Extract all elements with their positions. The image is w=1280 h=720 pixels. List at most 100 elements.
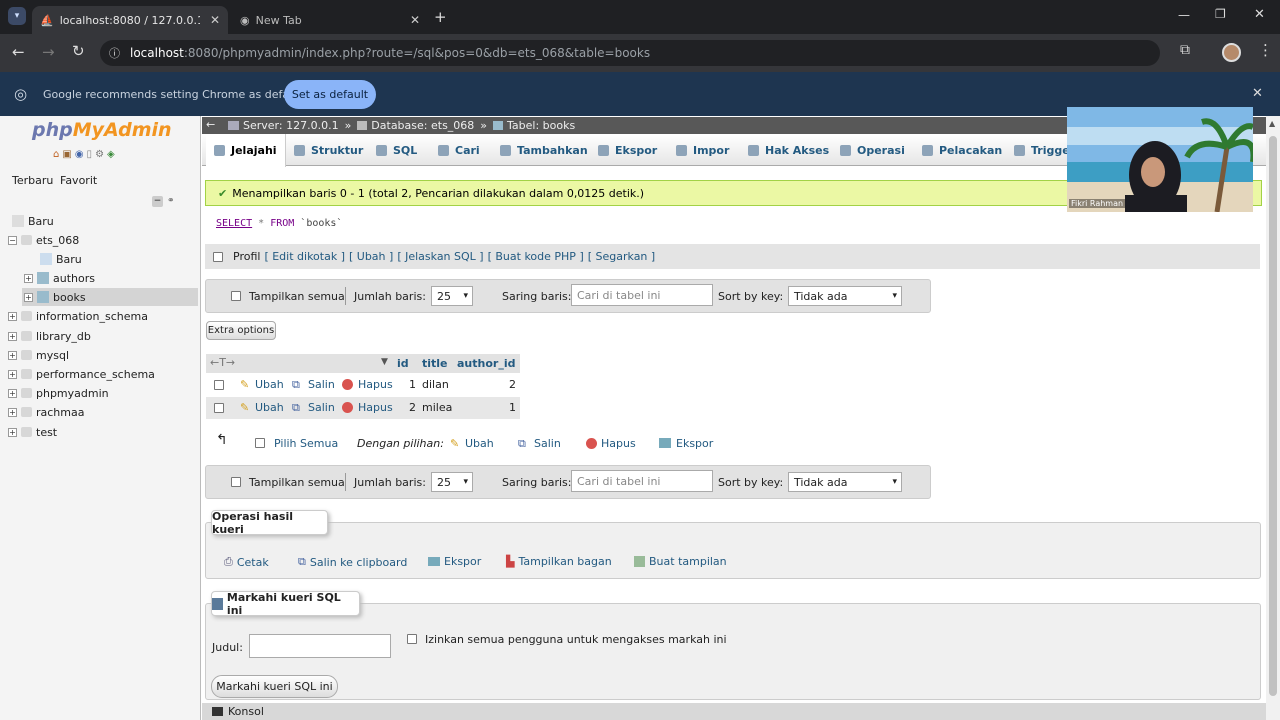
bulk-edit-button[interactable]: Ubah xyxy=(465,437,494,450)
extensions-icon[interactable]: ⧉ xyxy=(1180,42,1190,58)
extra-options-button[interactable]: Extra options xyxy=(206,321,276,340)
tab-recent[interactable]: Terbaru xyxy=(12,174,53,187)
delete-row-link[interactable]: Hapus xyxy=(358,378,393,391)
expand-icon[interactable]: + xyxy=(8,331,17,341)
home-icon[interactable]: ⌂ xyxy=(53,149,59,160)
edit-query-link[interactable]: [ Ubah ] xyxy=(349,250,393,263)
rows-per-page-select[interactable]: 25 ▾ xyxy=(431,472,473,492)
collapse-all-icon[interactable]: − xyxy=(152,196,163,207)
tab-browse[interactable]: Jelajahi xyxy=(206,134,286,167)
expand-icon[interactable]: + xyxy=(8,311,17,321)
reload-nav-icon[interactable]: ◈ xyxy=(107,149,115,160)
phpmyadmin-logo[interactable]: phpMyAdmin xyxy=(32,119,172,141)
console-bar[interactable]: Konsol xyxy=(202,703,1266,720)
logout-icon[interactable]: ▣ xyxy=(62,149,71,160)
sidebar-item-authors[interactable]: + authors xyxy=(24,269,95,287)
sort-key-select[interactable]: Tidak ada ▾ xyxy=(788,286,902,306)
collapse-icon[interactable]: − xyxy=(8,235,17,245)
sql-keyword[interactable]: SELECT xyxy=(216,218,252,229)
sidebar-item-ets-068[interactable]: − ets_068 xyxy=(8,231,79,249)
tab-search-button[interactable]: ▾ xyxy=(8,7,26,25)
sidebar-item-new-db[interactable]: Baru xyxy=(12,212,54,230)
explain-sql-link[interactable]: [ Jelaskan SQL ] xyxy=(397,250,483,263)
copy-row-link[interactable]: Salin xyxy=(308,378,335,391)
cell-author-id[interactable]: 2 xyxy=(509,378,516,391)
filter-rows-input[interactable]: Cari di tabel ini xyxy=(571,284,713,306)
cell-id[interactable]: 1 xyxy=(409,378,416,391)
select-all-checkbox[interactable] xyxy=(255,438,265,448)
bulk-copy-button[interactable]: Salin xyxy=(534,437,561,450)
allow-all-users-checkbox[interactable] xyxy=(407,634,417,644)
sidebar-item-books[interactable]: + books xyxy=(22,288,198,306)
docs-icon[interactable]: ▯ xyxy=(87,149,93,160)
back-icon[interactable]: ← xyxy=(12,43,25,61)
copy-row-link[interactable]: Salin xyxy=(308,401,335,414)
close-tab-icon[interactable]: ✕ xyxy=(210,13,220,27)
minimize-icon[interactable]: — xyxy=(1178,8,1190,22)
tab-search[interactable]: Cari xyxy=(430,134,488,166)
sidebar-item-library-db[interactable]: + library_db xyxy=(8,327,91,345)
tab-tracking[interactable]: Pelacakan xyxy=(914,134,1010,166)
edit-row-link[interactable]: Ubah xyxy=(255,378,284,391)
expand-icon[interactable]: + xyxy=(8,427,17,437)
sidebar-item-new-table[interactable]: Baru xyxy=(40,250,82,268)
menu-dots-icon[interactable]: ⋮ xyxy=(1258,41,1273,59)
help-icon[interactable]: ◉ xyxy=(75,149,84,160)
sidebar-item-phpmyadmin[interactable]: + phpmyadmin xyxy=(8,384,109,402)
delete-row-link[interactable]: Hapus xyxy=(358,401,393,414)
profiling-checkbox[interactable] xyxy=(213,251,223,262)
show-all-checkbox[interactable] xyxy=(231,477,241,487)
bookmark-title-input[interactable] xyxy=(249,634,391,658)
sidebar-item-test[interactable]: + test xyxy=(8,423,57,441)
select-all-label[interactable]: Pilih Semua xyxy=(274,437,338,450)
expand-icon[interactable]: + xyxy=(8,388,17,398)
rows-per-page-select[interactable]: 25 ▾ xyxy=(431,286,473,306)
new-tab-icon[interactable]: + xyxy=(434,8,447,26)
display-chart-button[interactable]: ▙ Tampilkan bagan xyxy=(506,555,612,568)
column-header-id[interactable]: id xyxy=(397,357,409,370)
tab-structure[interactable]: Struktur xyxy=(286,134,371,166)
forward-icon[interactable]: → xyxy=(42,43,55,61)
expand-icon[interactable]: + xyxy=(24,273,33,283)
tab-export[interactable]: Ekspor xyxy=(590,134,665,166)
browser-tab-active[interactable]: ⛵ localhost:8080 / 127.0.0.1 / ets ✕ xyxy=(32,6,228,34)
expand-icon[interactable]: + xyxy=(8,350,17,360)
bulk-delete-button[interactable]: Hapus xyxy=(601,437,636,450)
show-all-checkbox[interactable] xyxy=(231,291,241,301)
cell-title[interactable]: dilan xyxy=(422,378,449,391)
row-checkbox[interactable] xyxy=(214,403,224,413)
create-php-code-link[interactable]: [ Buat kode PHP ] xyxy=(488,250,584,263)
expand-icon[interactable]: + xyxy=(24,292,33,302)
breadcrumb-database[interactable]: Database: ets_068 xyxy=(371,119,474,132)
tab-insert[interactable]: Tambahkan xyxy=(492,134,596,166)
bulk-export-button[interactable]: Ekspor xyxy=(676,437,713,450)
tab-sql[interactable]: SQL xyxy=(368,134,425,166)
filter-rows-input[interactable]: Cari di tabel ini xyxy=(571,470,713,492)
tab-privileges[interactable]: Hak Akses xyxy=(740,134,837,166)
set-default-button[interactable]: Set as default xyxy=(284,80,376,109)
sidebar-item-rachmaa[interactable]: + rachmaa xyxy=(8,403,84,421)
cell-id[interactable]: 2 xyxy=(409,401,416,414)
site-info-icon[interactable]: ⓘ xyxy=(109,45,120,61)
sort-key-select[interactable]: Tidak ada ▾ xyxy=(788,472,902,492)
edit-row-link[interactable]: Ubah xyxy=(255,401,284,414)
export-button[interactable]: Ekspor xyxy=(428,555,481,568)
reload-icon[interactable]: ↻ xyxy=(72,42,85,60)
settings-gear-icon[interactable]: ⚙ xyxy=(95,149,104,160)
scrollbar-thumb[interactable] xyxy=(1269,136,1277,696)
collapse-sidebar-icon[interactable]: ← xyxy=(206,118,215,131)
sidebar-item-information-schema[interactable]: + information_schema xyxy=(8,307,148,325)
sidebar-item-mysql[interactable]: + mysql xyxy=(8,346,69,364)
window-close-icon[interactable]: ✕ xyxy=(1254,7,1265,22)
close-tab-icon[interactable]: ✕ xyxy=(410,13,420,27)
expand-icon[interactable]: + xyxy=(8,407,17,417)
breadcrumb-server[interactable]: Server: 127.0.0.1 xyxy=(243,119,339,132)
browser-tab-newtab[interactable]: ◉ New Tab ✕ xyxy=(232,6,428,34)
url-input[interactable]: ⓘ localhost:8080/phpmyadmin/index.php?ro… xyxy=(100,40,1160,66)
edit-inline-link[interactable]: [ Edit dikotak ] xyxy=(264,250,345,263)
breadcrumb-table[interactable]: Tabel: books xyxy=(507,119,575,132)
bookmark-query-button[interactable]: Markahi kueri SQL ini xyxy=(211,675,338,698)
copy-to-clipboard-button[interactable]: ⧉ Salin ke clipboard xyxy=(298,555,407,569)
link-with-main-icon[interactable]: ⚭ xyxy=(167,196,175,206)
create-view-button[interactable]: Buat tampilan xyxy=(634,555,727,568)
